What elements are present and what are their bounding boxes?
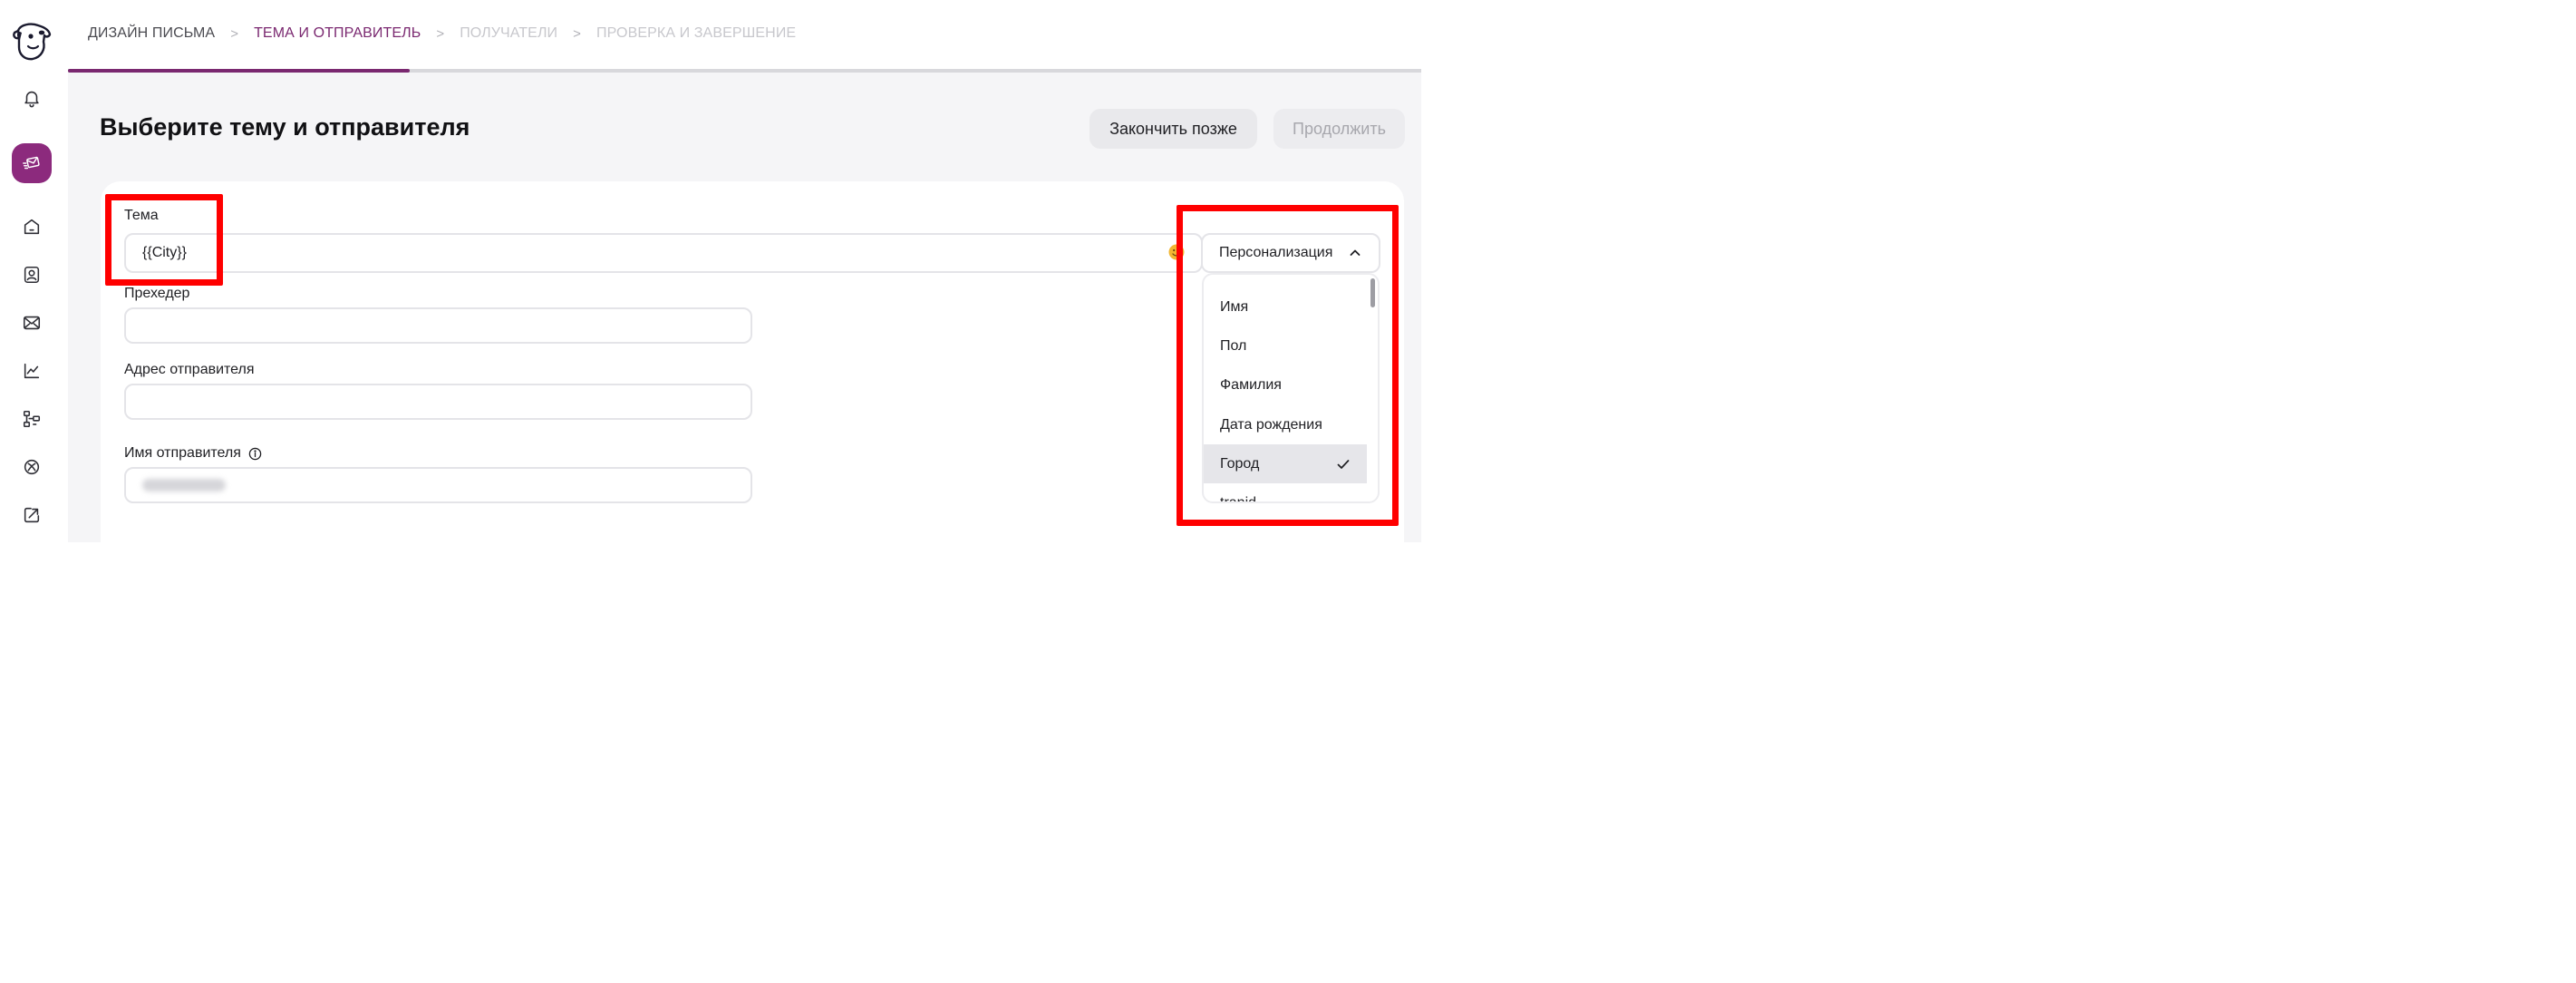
analytics-button[interactable]: [12, 351, 52, 391]
automation-button[interactable]: [12, 399, 52, 439]
messages-button[interactable]: [12, 303, 52, 343]
notifications-button[interactable]: [12, 78, 52, 118]
envelope-icon: [23, 316, 41, 330]
integrations-button[interactable]: [12, 447, 52, 487]
breadcrumb-separator: >: [573, 25, 582, 42]
annotation-box-subject: [105, 194, 223, 286]
continue-button[interactable]: Продолжить: [1273, 109, 1405, 149]
bell-icon: [24, 91, 39, 108]
step-email-design[interactable]: ДИЗАЙН ПИСЬМА: [88, 25, 215, 42]
campaigns-button[interactable]: [12, 143, 52, 183]
contacts-button[interactable]: [12, 255, 52, 295]
dog-logo-icon[interactable]: [11, 22, 53, 62]
info-icon[interactable]: [248, 447, 262, 461]
breadcrumb-separator: >: [436, 25, 445, 42]
mail-send-icon: [23, 156, 40, 170]
sender-name-label: Имя отправителя: [124, 445, 262, 462]
sender-address-label: Адрес отправителя: [124, 362, 255, 377]
subject-input[interactable]: {{City}}: [124, 233, 1203, 273]
breadcrumb: ДИЗАЙН ПИСЬМА > ТЕМА И ОТПРАВИТЕЛЬ > ПОЛ…: [88, 25, 796, 42]
home-icon: [24, 219, 40, 235]
sidebar: [0, 0, 68, 542]
home-button[interactable]: [12, 207, 52, 247]
step-recipients: ПОЛУЧАТЕЛИ: [460, 25, 558, 41]
step-subject-sender[interactable]: ТЕМА И ОТПРАВИТЕЛЬ: [254, 25, 421, 42]
sender-address-input[interactable]: [124, 384, 752, 420]
chart-icon: [24, 363, 40, 379]
preheader-input[interactable]: [124, 307, 752, 344]
contacts-icon: [24, 266, 40, 284]
wizard-header: ДИЗАЙН ПИСЬМА > ТЕМА И ОТПРАВИТЕЛЬ > ПОЛ…: [68, 0, 1421, 73]
breadcrumb-separator: >: [230, 25, 239, 42]
automation-icon: [23, 410, 41, 428]
step-review-finish: ПРОВЕРКА И ЗАВЕРШЕНИЕ: [596, 25, 797, 41]
blurred-sender-name: [142, 479, 226, 492]
finish-later-button[interactable]: Закончить позже: [1089, 109, 1257, 149]
page-title: Выберите тему и отправителя: [100, 113, 470, 141]
annotation-box-personalization: [1177, 205, 1399, 526]
export-icon: [24, 507, 40, 523]
export-button[interactable]: [12, 495, 52, 535]
integrations-icon: [24, 459, 40, 475]
preheader-label: Прехедер: [124, 286, 190, 301]
sender-name-input[interactable]: [124, 467, 752, 503]
